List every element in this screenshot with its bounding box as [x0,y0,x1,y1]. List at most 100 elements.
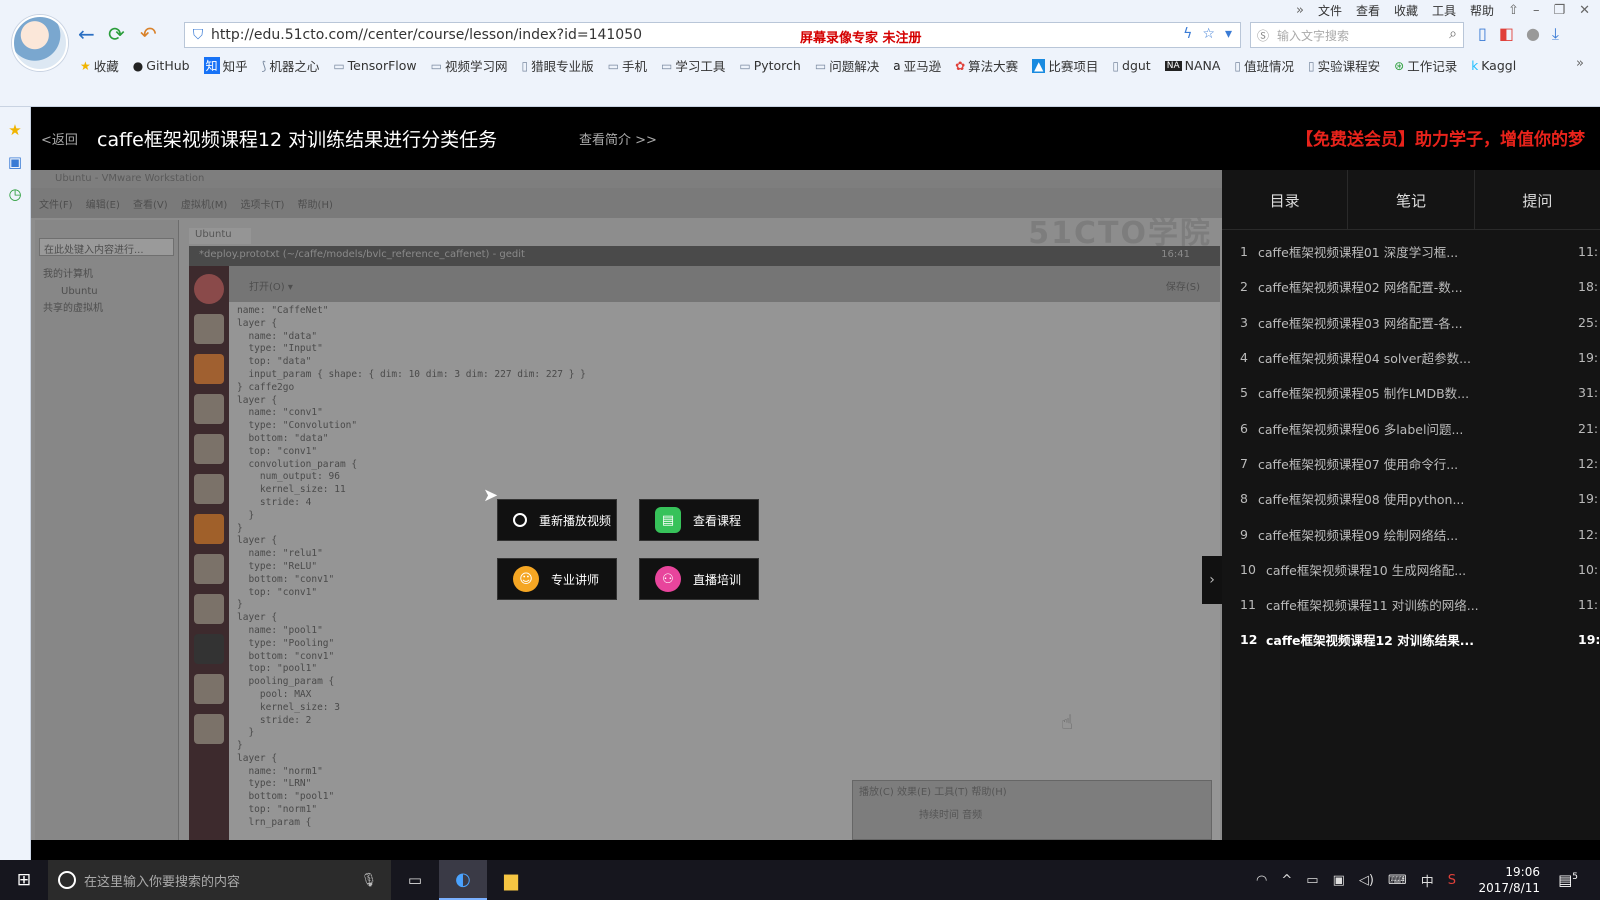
user-avatar[interactable] [12,15,68,71]
list-item[interactable]: 4 caffe框架视频课程04 solver超参数... 19: [1222,340,1600,375]
menu-view[interactable]: 查看 [1356,2,1380,19]
favorites-star-icon[interactable]: ★ [0,121,30,139]
vm-library-panel: 在此处键入内容进行... 我的计算机 Ubuntu 共享的虚拟机 [35,220,179,840]
list-item[interactable]: 7 caffe框架视频课程07 使用命令行... 12: [1222,446,1600,481]
bookmark-dgut[interactable]: ▯ dgut [1112,56,1150,75]
video-player[interactable]: Ubuntu - VMware Workstation 文件(F) 编辑(E) … [31,170,1222,840]
view-intro-link[interactable]: 查看简介 >> [579,129,657,148]
bookmark-duty[interactable]: ▯ 值班情况 [1234,56,1294,75]
file-explorer-icon[interactable]: ▆ [487,860,535,900]
system-clock[interactable]: 19:06 2017/8/11 [1478,864,1540,896]
bookmark-video[interactable]: ▭ 视频学习网 [431,56,508,75]
back-link[interactable]: <返回 [41,129,78,148]
keyboard-icon[interactable]: ⌨ [1388,873,1407,888]
star-icon[interactable]: ☆ [1202,26,1215,42]
gedit-toolbar: 打开(O) ▾ 保存(S) [229,266,1220,302]
back-arrow-icon[interactable]: ← [78,22,95,46]
history-clock-icon[interactable]: ◷ [0,185,30,203]
bookmark-tensorflow[interactable]: ▭ TensorFlow [333,56,416,75]
sogou-browser-icon[interactable]: ◐ [439,860,487,900]
list-item[interactable]: 6 caffe框架视频课程06 多label问题... 21: [1222,410,1600,445]
skin-icon[interactable]: ⇧ [1508,3,1519,18]
reader-icon[interactable]: ▣ [0,153,30,171]
ime-indicator[interactable]: 中 [1421,871,1434,890]
recorder-mini-window: 播放(C) 效果(E) 工具(T) 帮助(H) 持续时间 音频 [852,780,1212,840]
search-icon[interactable]: ⌕ [1449,26,1457,42]
bookmark-kaggle[interactable]: k Kaggl [1471,56,1516,75]
bookmark-lab[interactable]: ▯ 实验课程安 [1308,56,1380,75]
bookmark-lieyan[interactable]: ▯ 猎眼专业版 [522,56,594,75]
sogou-ime-icon[interactable]: S [1448,873,1456,888]
microphone-icon[interactable]: 🎙 [360,873,377,888]
toolbar-icons: ▯ ◧ ● ⤓ [1478,24,1559,44]
bookmark-favorites[interactable]: ★ 收藏 [80,56,119,75]
chevron-icon[interactable]: » [1296,3,1304,18]
search-placeholder: 输入文字搜索 [1277,28,1350,43]
list-item[interactable]: 1 caffe框架视频课程01 深度学习框... 11: [1222,234,1600,269]
translate-icon[interactable]: ◧ [1499,24,1514,44]
search-engine-icon[interactable]: Ⓢ [1257,27,1269,44]
taskbar-search[interactable]: 在这里输入你要搜索的内容 🎙 [48,860,391,900]
list-item-current[interactable]: 12 caffe框架视频课程12 对训练结果... 19: [1222,622,1600,657]
address-bar[interactable]: ⛉ http://edu.51cto.com//center/course/le… [184,22,1241,48]
bookmark-tools[interactable]: ▭ 学习工具 [661,56,725,75]
windows-taskbar: ⊞ 在这里输入你要搜索的内容 🎙 ▭ ◐ ▆ ◠ ^ ▭ ▣ ◁) ⌨ 中 S … [0,860,1600,900]
chevron-up-icon[interactable]: ^ [1281,873,1292,888]
menu-file[interactable]: 文件 [1318,2,1342,19]
bookmark-nana[interactable]: NA NANA [1164,56,1220,75]
ubuntu-launcher [189,266,229,840]
battery-icon[interactable]: ▭ [1306,873,1318,888]
replay-button[interactable]: 重新播放视频 [497,499,617,541]
notification-icon[interactable]: ▤5 [1558,871,1578,889]
bookmark-worklog[interactable]: ⊛ 工作记录 [1394,56,1457,75]
bookmark-competition[interactable]: ▲ 比赛项目 [1032,56,1098,75]
minimize-icon[interactable]: – [1533,3,1540,18]
live-training-button[interactable]: ⚇ 直播培训 [639,558,759,600]
list-item[interactable]: 9 caffe框架视频课程09 绘制网络结... 12: [1222,516,1600,551]
wifi-icon[interactable]: ◠ [1256,873,1267,888]
list-item[interactable]: 11 caffe框架视频课程11 对训练的网络... 11: [1222,587,1600,622]
bookmark-github[interactable]: ● GitHub [133,56,190,75]
menu-help[interactable]: 帮助 [1470,2,1494,19]
launcher-icon [194,314,224,344]
dropdown-icon[interactable]: ▾ [1225,26,1232,42]
extension-icon[interactable]: ▯ [1478,24,1487,44]
bookmark-algorithm[interactable]: ✿ 算法大赛 [955,56,1018,75]
view-course-button[interactable]: ▤ 查看课程 [639,499,759,541]
close-icon[interactable]: ✕ [1579,3,1590,18]
chat-icon[interactable]: ● [1526,24,1540,44]
bookmark-zhihu[interactable]: 知知乎 [203,56,248,75]
bookmark-problems[interactable]: ▭ 问题解决 [815,56,879,75]
tab-catalog[interactable]: 目录 [1222,170,1349,229]
volume-icon[interactable]: ◁) [1359,873,1374,888]
people-icon: ⚇ [655,566,681,592]
list-item[interactable]: 3 caffe框架视频课程03 网络配置-各... 25: [1222,305,1600,340]
bookmarks-more-icon[interactable]: » [1576,56,1584,71]
menu-tools[interactable]: 工具 [1432,2,1456,19]
tab-notes[interactable]: 笔记 [1348,170,1475,229]
undo-icon[interactable]: ↶ [140,22,157,46]
url-text[interactable]: http://edu.51cto.com//center/course/less… [211,27,642,43]
bookmark-amazon[interactable]: a 亚马逊 [893,56,941,75]
lightning-icon[interactable]: ϟ [1183,26,1192,42]
launcher-icon [194,354,224,384]
restore-icon[interactable]: ❐ [1553,3,1565,18]
network-icon[interactable]: ▣ [1333,873,1345,888]
list-item[interactable]: 5 caffe框架视频课程05 制作LMDB数... 31: [1222,375,1600,410]
bookmark-phone[interactable]: ▭ 手机 [608,56,647,75]
bookmark-jiqizhixin[interactable]: ⟆ 机器之心 [262,56,320,75]
tab-questions[interactable]: 提问 [1475,170,1600,229]
bookmark-pytorch[interactable]: ▭ Pytorch [739,56,801,75]
collapse-panel-button[interactable]: › [1202,556,1222,604]
refresh-icon[interactable]: ⟳ [108,22,125,46]
list-item[interactable]: 8 caffe框架视频课程08 使用python... 19: [1222,481,1600,516]
list-item[interactable]: 10 caffe框架视频课程10 生成网络配... 10: [1222,552,1600,587]
promo-banner[interactable]: 【免费送会员】助力学子，增值你的梦 [1296,125,1585,150]
menu-favorites[interactable]: 收藏 [1394,2,1418,19]
search-box[interactable]: Ⓢ 输入文字搜索 ⌕ [1250,22,1464,48]
lecturer-button[interactable]: ☺ 专业讲师 [497,558,617,600]
download-icon[interactable]: ⤓ [1552,24,1559,44]
list-item[interactable]: 2 caffe框架视频课程02 网络配置-数... 18: [1222,269,1600,304]
windows-start-icon[interactable]: ⊞ [0,870,48,890]
task-view-icon[interactable]: ▭ [391,871,439,889]
